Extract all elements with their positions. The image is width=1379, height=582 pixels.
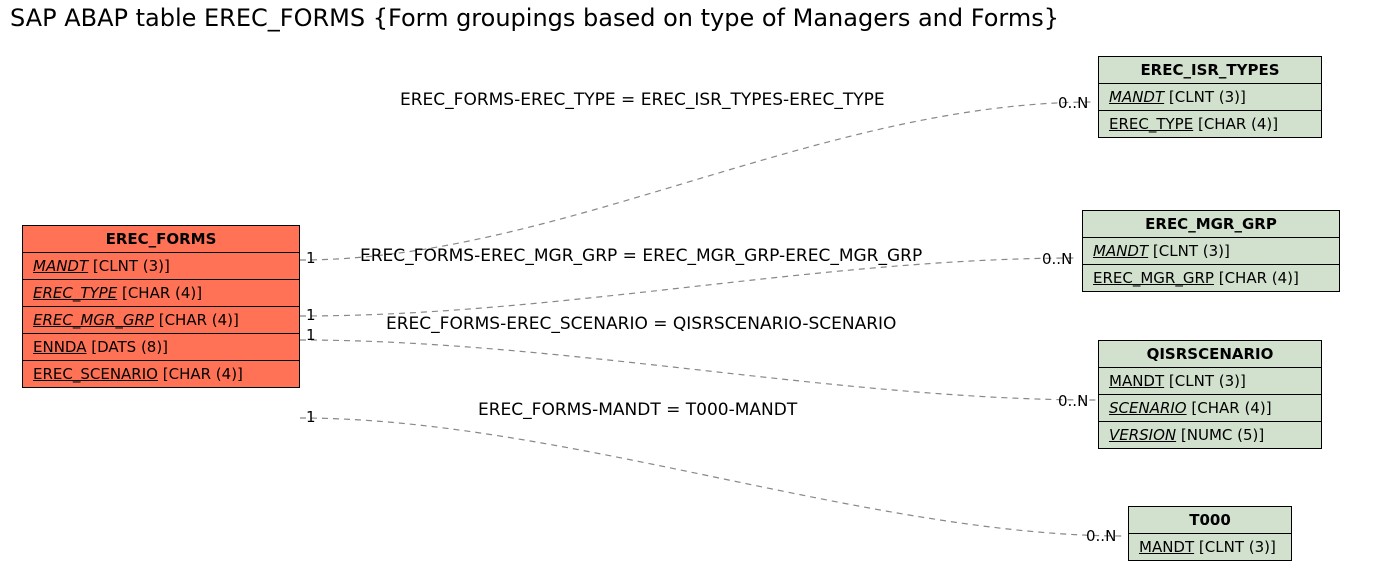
entity-header: QISRSCENARIO bbox=[1099, 341, 1321, 368]
diagram-canvas: { "title": "SAP ABAP table EREC_FORMS {F… bbox=[0, 0, 1379, 582]
entity-erec-forms: EREC_FORMS MANDT [CLNT (3)] EREC_TYPE [C… bbox=[22, 225, 300, 388]
entity-field: EREC_SCENARIO [CHAR (4)] bbox=[23, 361, 299, 387]
entity-field: SCENARIO [CHAR (4)] bbox=[1099, 395, 1321, 422]
entity-erec-mgr-grp: EREC_MGR_GRP MANDT [CLNT (3)] EREC_MGR_G… bbox=[1082, 210, 1340, 292]
entity-t000: T000 MANDT [CLNT (3)] bbox=[1128, 506, 1292, 561]
cardinality-right-4: 0..N bbox=[1086, 527, 1116, 545]
entity-field: EREC_MGR_GRP [CHAR (4)] bbox=[23, 307, 299, 334]
entity-erec-isr-types: EREC_ISR_TYPES MANDT [CLNT (3)] EREC_TYP… bbox=[1098, 56, 1322, 138]
cardinality-right-3: 0..N bbox=[1058, 392, 1088, 410]
diagram-title: SAP ABAP table EREC_FORMS {Form grouping… bbox=[10, 4, 1059, 32]
entity-field: EREC_MGR_GRP [CHAR (4)] bbox=[1083, 265, 1339, 291]
entity-field: VERSION [NUMC (5)] bbox=[1099, 422, 1321, 448]
cardinality-left-3: 1 bbox=[306, 326, 316, 344]
cardinality-left-4: 1 bbox=[306, 408, 316, 426]
entity-field: MANDT [CLNT (3)] bbox=[1083, 238, 1339, 265]
cardinality-left-1: 1 bbox=[306, 249, 316, 267]
relationship-label-4: EREC_FORMS-MANDT = T000-MANDT bbox=[478, 400, 797, 420]
cardinality-left-2: 1 bbox=[306, 306, 316, 324]
entity-field: MANDT [CLNT (3)] bbox=[1099, 368, 1321, 395]
entity-header: EREC_FORMS bbox=[23, 226, 299, 253]
entity-field: MANDT [CLNT (3)] bbox=[1129, 534, 1291, 560]
relationship-label-2: EREC_FORMS-EREC_MGR_GRP = EREC_MGR_GRP-E… bbox=[360, 246, 922, 266]
entity-field: MANDT [CLNT (3)] bbox=[23, 253, 299, 280]
entity-field: MANDT [CLNT (3)] bbox=[1099, 84, 1321, 111]
entity-field: ENNDA [DATS (8)] bbox=[23, 334, 299, 361]
entity-field: EREC_TYPE [CHAR (4)] bbox=[1099, 111, 1321, 137]
entity-header: EREC_ISR_TYPES bbox=[1099, 57, 1321, 84]
entity-qisrscenario: QISRSCENARIO MANDT [CLNT (3)] SCENARIO [… bbox=[1098, 340, 1322, 449]
relationship-label-3: EREC_FORMS-EREC_SCENARIO = QISRSCENARIO-… bbox=[386, 314, 896, 334]
entity-header: EREC_MGR_GRP bbox=[1083, 211, 1339, 238]
entity-field: EREC_TYPE [CHAR (4)] bbox=[23, 280, 299, 307]
cardinality-right-2: 0..N bbox=[1042, 250, 1072, 268]
cardinality-right-1: 0..N bbox=[1058, 94, 1088, 112]
entity-header: T000 bbox=[1129, 507, 1291, 534]
relationship-label-1: EREC_FORMS-EREC_TYPE = EREC_ISR_TYPES-ER… bbox=[400, 90, 885, 110]
